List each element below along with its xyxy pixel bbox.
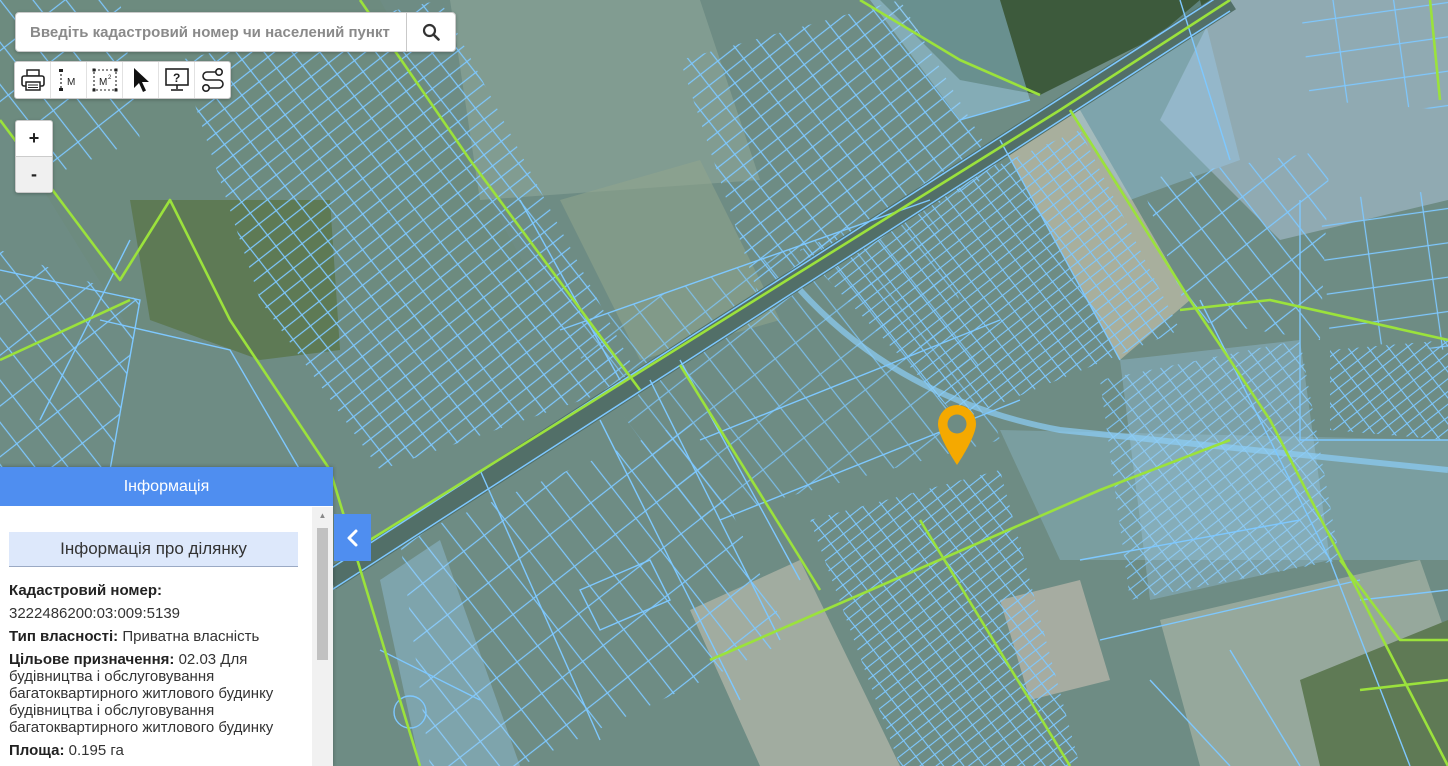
location-marker-icon[interactable] [936,403,978,467]
chevron-left-icon [347,529,357,546]
cadastral-value: 3222486200:03:009:5139 [9,605,181,622]
select-button[interactable] [123,62,159,98]
zoom-control: + - [15,120,53,193]
collapse-panel-button[interactable] [334,514,371,561]
scroll-up-icon[interactable]: ▲ [312,507,333,523]
svg-text:?: ? [173,71,180,85]
print-icon [20,69,45,91]
zoom-out-button[interactable]: - [16,156,52,192]
section-title: Інформація про ділянку [9,532,298,567]
search-icon [422,23,440,41]
scroll-thumb[interactable] [317,528,328,660]
measure-area-button[interactable]: M 2 [87,62,123,98]
search-input[interactable] [16,13,406,51]
print-button[interactable] [15,62,51,98]
ownership-value: Приватна власність [122,628,260,645]
purpose-label: Цільове призначення: [9,651,175,668]
zoom-in-button[interactable]: + [16,121,52,156]
route-icon [201,67,224,92]
help-icon: ? [164,68,189,91]
info-panel: Інформація Інформація про ділянку Кадаст… [0,467,333,766]
area-label: Площа: [9,742,65,759]
map-toolbar: M M 2 ? [14,61,231,99]
svg-text:M: M [67,77,75,88]
parcel-info: Кадастровий номер: 3222486200:03:009:513… [0,567,312,762]
measure-area-icon: M 2 [92,68,117,92]
cadastral-label: Кадастровий номер: [9,582,163,599]
panel-body: Інформація про ділянку Кадастровий номер… [0,507,312,766]
measure-length-button[interactable]: M [51,62,87,98]
panel-scrollbar[interactable]: ▲ [312,507,333,766]
panel-title: Інформація [0,467,333,506]
svg-text:M: M [99,77,107,88]
ownership-label: Тип власності: [9,628,119,645]
area-value: 0.195 га [68,742,124,759]
pointer-icon [133,68,149,92]
svg-text:2: 2 [108,75,112,81]
measure-length-icon: M [58,69,75,91]
help-button[interactable]: ? [159,62,195,98]
search-bar [15,12,456,52]
search-button[interactable] [406,13,455,51]
route-button[interactable] [195,62,230,98]
